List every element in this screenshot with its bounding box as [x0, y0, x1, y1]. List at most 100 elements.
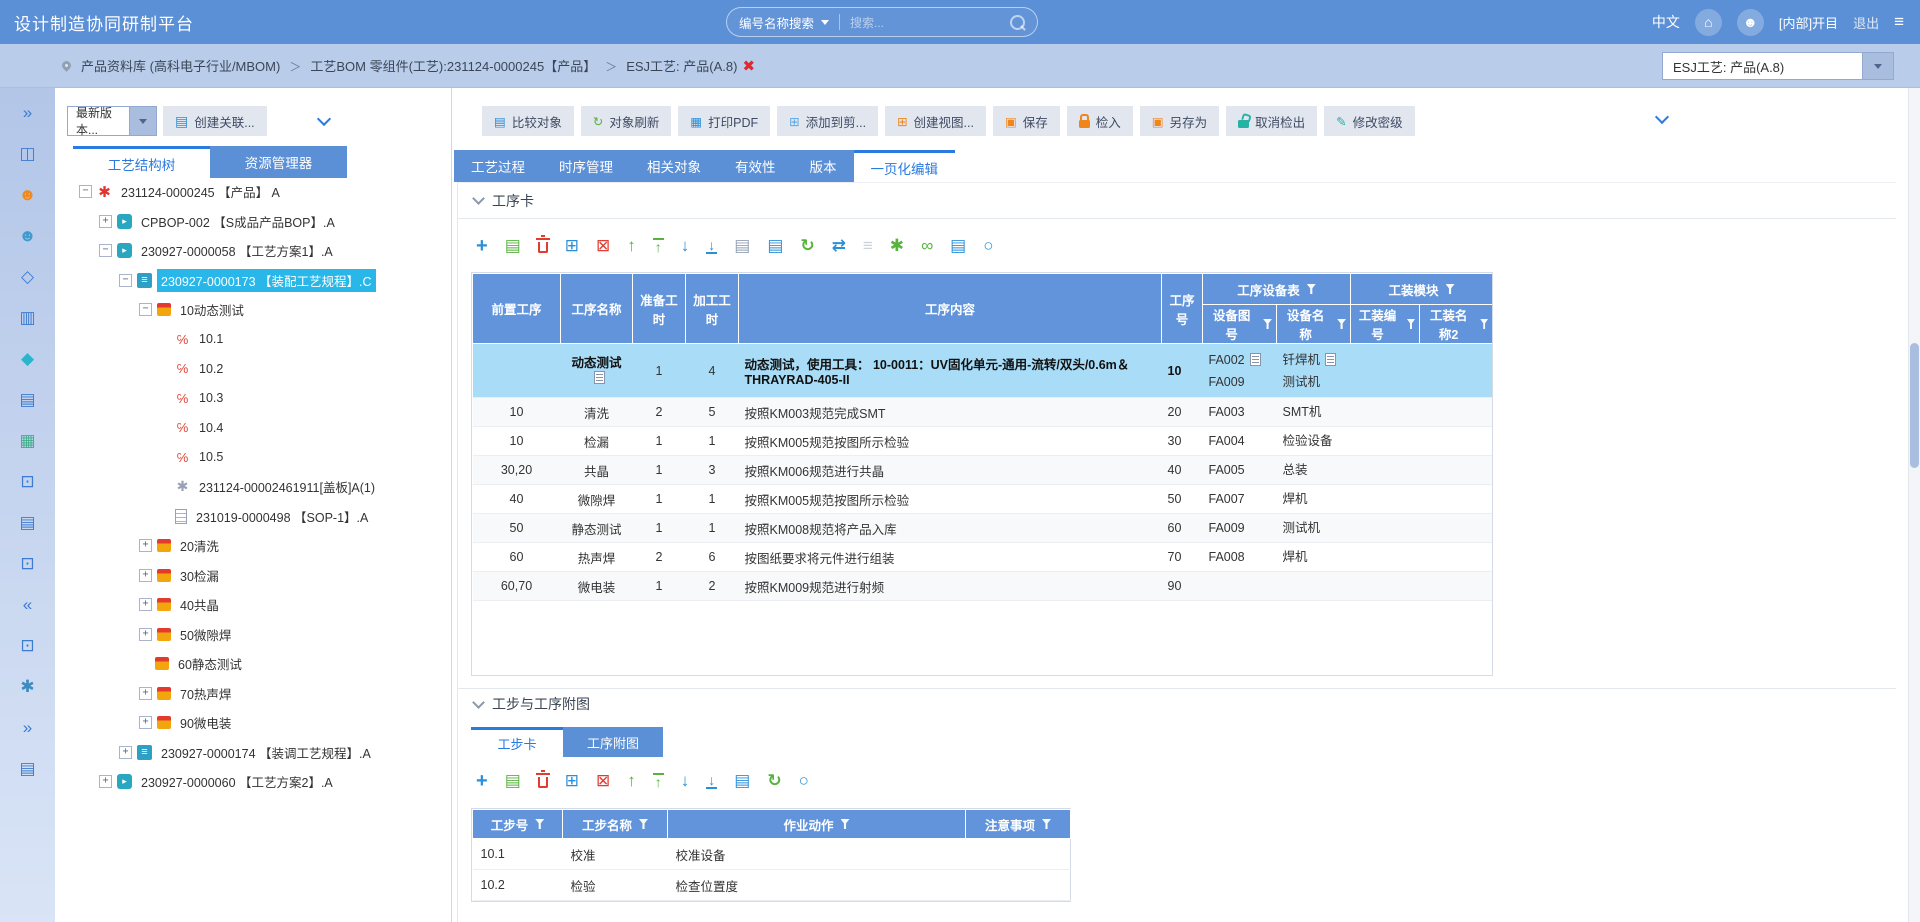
collapse-toggle[interactable]: −	[99, 244, 112, 257]
column-header[interactable]: 工装名称2	[1420, 305, 1493, 344]
filter-icon[interactable]	[639, 819, 648, 829]
column-header[interactable]: 设备名称	[1277, 305, 1351, 344]
process-row[interactable]: 60 热声焊 2 6 按图纸要求将元件进行组装 70 FA008 焊机	[473, 543, 1493, 572]
tree-node[interactable]: −▸230927-0000058 【工艺方案1】.A	[55, 236, 450, 266]
expand-toggle[interactable]: +	[139, 539, 152, 552]
tree-node[interactable]: +70热声焊	[55, 679, 450, 709]
tree-node-label[interactable]: 10.2	[195, 360, 227, 378]
remove-button[interactable]: ⊠	[596, 772, 610, 789]
refresh-button[interactable]: ↻	[800, 237, 814, 254]
collapse-chevron-icon[interactable]	[472, 696, 485, 709]
breadcrumb-item[interactable]: 工艺BOM 零组件(工艺):231124-0000245【产品】	[310, 59, 596, 74]
column-group-header[interactable]: 工序设备表	[1203, 274, 1351, 305]
file-icon[interactable]: ▤	[0, 748, 55, 789]
move-up-button[interactable]: ↑	[627, 237, 636, 254]
version-dropdown[interactable]: 最新版本...	[67, 106, 157, 136]
tree-node-label[interactable]: 60静态测试	[174, 652, 246, 675]
note-icon[interactable]	[1250, 353, 1261, 366]
move-bottom-button[interactable]: ↓	[706, 238, 717, 254]
filter-icon[interactable]	[1446, 284, 1455, 294]
filter-icon[interactable]	[1042, 819, 1051, 829]
tree-node-label[interactable]: 10动态测试	[176, 298, 248, 321]
column-header[interactable]: 工步名称	[563, 810, 668, 839]
toolbar-button-refresh[interactable]: ↻对象刷新	[581, 106, 672, 136]
language-switch[interactable]: 中文	[1652, 12, 1680, 32]
column-header[interactable]: 工装编号	[1351, 305, 1420, 344]
cube-3d-icon[interactable]: ◆	[0, 338, 55, 379]
delete-button[interactable]	[538, 773, 548, 788]
search-icon[interactable]	[1010, 15, 1025, 30]
tree-node[interactable]: 231019-0000498 【SOP-1】.A	[55, 502, 450, 532]
monitor-icon[interactable]: ⊡	[0, 461, 55, 502]
tree-node-label[interactable]: CPBOP-002 【S成品产品BOP】.A	[137, 210, 339, 233]
search-category-select[interactable]: 编号名称搜索	[739, 13, 814, 32]
create-link-button[interactable]: ▤ 创建关联...	[163, 106, 267, 136]
user-avatar-icon[interactable]: ☻	[1737, 9, 1764, 36]
import-button[interactable]: ▤	[505, 772, 521, 789]
tree-node[interactable]: −≡230927-0000173 【装配工艺规程】.C	[55, 266, 450, 296]
expand-toggle[interactable]: +	[99, 775, 112, 788]
tree-node-label[interactable]: 70热声焊	[176, 682, 235, 705]
main-tab[interactable]: 工艺过程	[454, 150, 542, 182]
expand-toggle[interactable]: +	[139, 716, 152, 729]
chevrons-left-icon[interactable]: «	[0, 584, 55, 625]
tree-node-label[interactable]: 230927-0000174 【装调工艺规程】.A	[157, 741, 375, 764]
move-top-button[interactable]: ↑	[653, 238, 664, 254]
main-tab[interactable]: 时序管理	[542, 150, 630, 182]
gear-icon[interactable]: ✱	[0, 666, 55, 707]
note-icon[interactable]	[1325, 353, 1336, 366]
breadcrumb-item[interactable]: ESJ工艺: 产品(A.8)	[626, 59, 737, 74]
tree-node-label[interactable]: 231124-00002461911[盖板]A(1)	[195, 475, 379, 498]
insert-button[interactable]: ⊞	[565, 237, 579, 254]
main-tab[interactable]: 一页化编辑	[854, 150, 956, 182]
kanban-icon[interactable]: ▦	[0, 420, 55, 461]
doc-view-button[interactable]: ▤	[767, 237, 783, 254]
column-header[interactable]: 工序名称	[561, 274, 633, 344]
link-button[interactable]: ∞	[921, 237, 933, 254]
tree-node[interactable]: +30检漏	[55, 561, 450, 591]
tree-node[interactable]: −10动态测试	[55, 295, 450, 325]
breadcrumb-item[interactable]: 产品资料库 (高科电子行业/MBOM)	[81, 59, 280, 74]
users-icon[interactable]: ☻	[0, 174, 55, 215]
tree-node[interactable]: +20清洗	[55, 531, 450, 561]
add-button[interactable]: +	[476, 771, 488, 791]
user-icon[interactable]: ☻	[0, 215, 55, 256]
doc-gear-button[interactable]: ▤	[950, 237, 966, 254]
preview-button[interactable]: ▤	[734, 237, 750, 254]
step-section-header[interactable]: 工步与工序附图	[458, 688, 1896, 719]
chevrons-right-2-icon[interactable]: »	[0, 707, 55, 748]
column-header[interactable]: 工序号	[1162, 274, 1203, 344]
expand-toggle[interactable]: +	[99, 215, 112, 228]
chevrons-right-icon[interactable]: »	[0, 92, 55, 133]
tree-node[interactable]: ℅10.1	[55, 325, 450, 355]
column-header[interactable]: 工序内容	[739, 274, 1162, 344]
cube-icon[interactable]: ◇	[0, 256, 55, 297]
filter-icon[interactable]	[1407, 319, 1415, 329]
expand-toggle[interactable]: +	[139, 687, 152, 700]
toolbar-button-cancel-checkout[interactable]: 取消检出	[1226, 106, 1317, 136]
tree-node[interactable]: 60静态测试	[55, 649, 450, 679]
scrollbar-thumb[interactable]	[1910, 343, 1919, 468]
remove-button[interactable]: ⊠	[596, 237, 610, 254]
main-tab[interactable]: 相关对象	[630, 150, 718, 182]
toolbar-button-clipboard[interactable]: ⊞添加到剪...	[777, 106, 878, 136]
tree-node[interactable]: +≡230927-0000174 【装调工艺规程】.A	[55, 738, 450, 768]
collapse-toggle[interactable]: −	[79, 185, 92, 198]
list-icon[interactable]: ▤	[0, 379, 55, 420]
package-icon[interactable]: ▥	[0, 297, 55, 338]
collapse-toggle[interactable]: −	[119, 274, 132, 287]
toolbar-button-create-view[interactable]: ⊞创建视图...	[885, 106, 986, 136]
close-icon[interactable]: ✖	[742, 57, 755, 75]
toolbar-button-edit-secret[interactable]: ✎修改密级	[1324, 106, 1415, 136]
tree-node-label[interactable]: 40共晶	[176, 593, 223, 616]
tree-node-label[interactable]: 230927-0000173 【装配工艺规程】.C	[157, 269, 376, 292]
tree-node-label[interactable]: 10.1	[195, 330, 227, 348]
filter-icon[interactable]	[1480, 319, 1488, 329]
process-row[interactable]: 40 微隙焊 1 1 按照KM005规范按图所示检验 50 FA007 焊机	[473, 485, 1493, 514]
column-header[interactable]: 工步号	[473, 810, 563, 839]
tree-node-label[interactable]: 10.5	[195, 448, 227, 466]
tree-node[interactable]: −✱231124-0000245 【产品】 A	[55, 177, 450, 207]
toolbar-button-compare[interactable]: ▤比较对象	[482, 106, 574, 136]
logout-button[interactable]: 退出	[1853, 13, 1879, 32]
chevron-down-icon[interactable]	[821, 20, 829, 25]
